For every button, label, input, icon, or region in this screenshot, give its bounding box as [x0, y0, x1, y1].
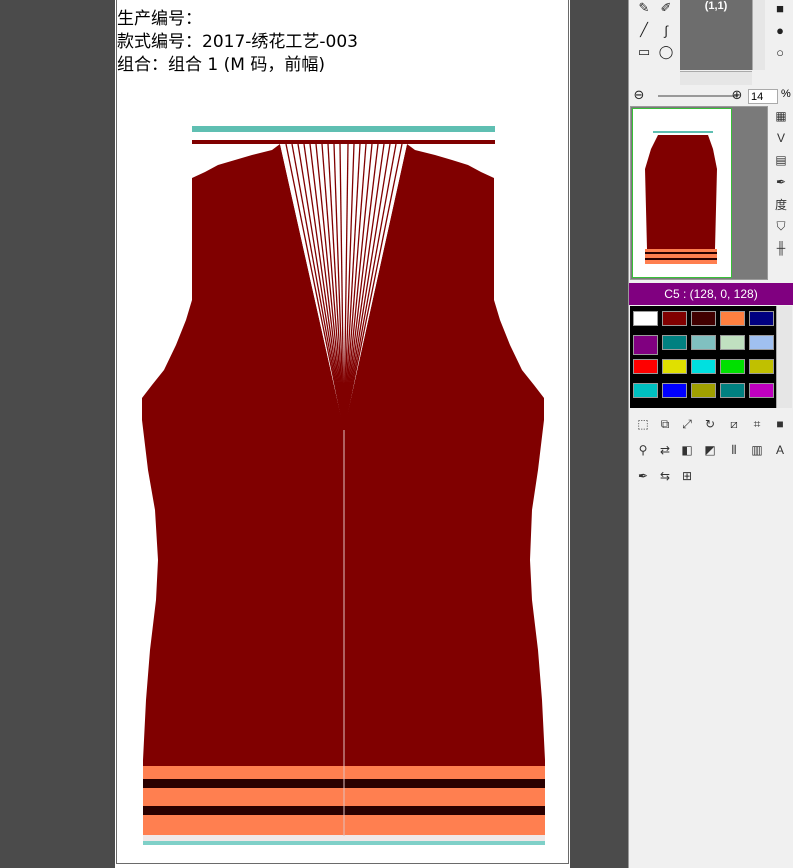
stitch-pen-icon[interactable]: ✒	[633, 466, 653, 486]
neckband-white	[192, 132, 495, 140]
link-tool-icon[interactable]: ⇄	[655, 440, 675, 460]
curve-tool-icon[interactable]: ∫	[655, 20, 677, 40]
color-swatch[interactable]	[720, 311, 745, 326]
outline-circle-icon[interactable]: ○	[769, 42, 791, 62]
garment-front-panel[interactable]	[0, 0, 615, 868]
color-swatch[interactable]	[691, 359, 716, 374]
color-swatch[interactable]	[691, 311, 716, 326]
canvas-area[interactable]: 生产编号： 款式编号：2017-绣花工艺-003 组合：组合 1 (M 码，前幅…	[0, 0, 615, 868]
bars-icon[interactable]: ╫	[771, 238, 791, 258]
color-swatch[interactable]	[720, 359, 745, 374]
line-tool-icon[interactable]: ╱	[633, 20, 655, 40]
color-swatch[interactable]	[691, 335, 716, 350]
zoom-out-icon[interactable]: ⊖	[628, 85, 650, 105]
shield-icon[interactable]: ⛉	[771, 216, 791, 236]
fill-circle-icon[interactable]: ●	[769, 20, 791, 40]
color-swatch[interactable]	[749, 335, 774, 350]
color-swatch-selected[interactable]	[633, 335, 658, 355]
pencil-tool-icon[interactable]: ✎	[633, 0, 655, 18]
neckband-teal	[192, 126, 495, 132]
chart-tool-icon[interactable]: ▥	[747, 440, 767, 460]
fill-square-icon[interactable]: ■	[769, 0, 791, 18]
mirror-tool-icon[interactable]: ◧	[677, 440, 697, 460]
structure-tool-icon[interactable]: ⊞	[677, 466, 697, 486]
navigator-vertical-scrollbar[interactable]	[752, 0, 765, 70]
selected-color-label: C5 : (128, 0, 128)	[629, 283, 793, 305]
align-tool-icon[interactable]: ⫴	[724, 440, 744, 460]
color-swatch[interactable]	[662, 359, 687, 374]
color-swatch[interactable]	[662, 383, 687, 398]
color-swatch[interactable]	[662, 311, 687, 326]
color-swatch[interactable]	[749, 359, 774, 374]
move-tool-icon[interactable]: ⇆	[655, 466, 675, 486]
thumbnail-garment	[645, 131, 717, 264]
degree-icon[interactable]: 度	[771, 194, 791, 214]
rectangle-tool-icon[interactable]: ▭	[633, 42, 655, 62]
rotate-tool-icon[interactable]: ↻	[700, 414, 720, 434]
resize-tool-icon[interactable]: ⤢	[677, 414, 697, 434]
copy-tool-icon[interactable]: ⧉	[655, 414, 675, 434]
zoom-in-icon[interactable]: ⊕	[726, 85, 748, 105]
color-swatch[interactable]	[720, 335, 745, 350]
v-shape-icon[interactable]: V	[771, 128, 791, 148]
color-swatch[interactable]	[633, 359, 658, 374]
color-swatch[interactable]	[691, 383, 716, 398]
skew-tool-icon[interactable]: ⧄	[724, 414, 744, 434]
color-swatch[interactable]	[749, 311, 774, 326]
ellipse-tool-icon[interactable]: ◯	[655, 42, 677, 62]
color-swatch[interactable]	[633, 311, 658, 326]
neckband-maroon	[192, 140, 495, 144]
zoom-percent-input[interactable]: 14	[748, 89, 778, 104]
tile-icon[interactable]: ▤	[771, 150, 791, 170]
pen-icon[interactable]: ✒	[771, 172, 791, 192]
color-swatch[interactable]	[720, 383, 745, 398]
text-tool-icon[interactable]: A	[770, 440, 790, 460]
diagonal-tool-icon[interactable]: ◩	[700, 440, 720, 460]
select-tool-icon[interactable]: ⬚	[633, 414, 653, 434]
rib-hem-teal	[143, 841, 545, 845]
brush-tool-icon[interactable]: ✐	[655, 0, 677, 18]
palette-scrollbar[interactable]	[776, 306, 792, 408]
thumbnail-viewport	[632, 108, 732, 278]
canvas-vertical-scrollbar[interactable]	[598, 0, 612, 868]
navigator-coordinate: (1,1)	[704, 0, 728, 12]
pick-color-icon[interactable]: ⚲	[633, 440, 653, 460]
color-swatch[interactable]	[749, 383, 774, 398]
crop-tool-icon[interactable]: ⌗	[747, 414, 767, 434]
color-swatch[interactable]	[633, 383, 658, 398]
navigator-view[interactable]: (1,1)	[680, 0, 752, 70]
color-swatch[interactable]	[662, 335, 687, 350]
navigator-horizontal-scrollbar[interactable]	[680, 71, 752, 85]
zoom-percent-unit: %	[781, 88, 791, 100]
color-palette	[630, 306, 776, 408]
grid-view-icon[interactable]: ▦	[771, 106, 791, 126]
color-square-icon[interactable]: ■	[770, 414, 790, 434]
thumbnail-preview[interactable]	[630, 106, 768, 280]
